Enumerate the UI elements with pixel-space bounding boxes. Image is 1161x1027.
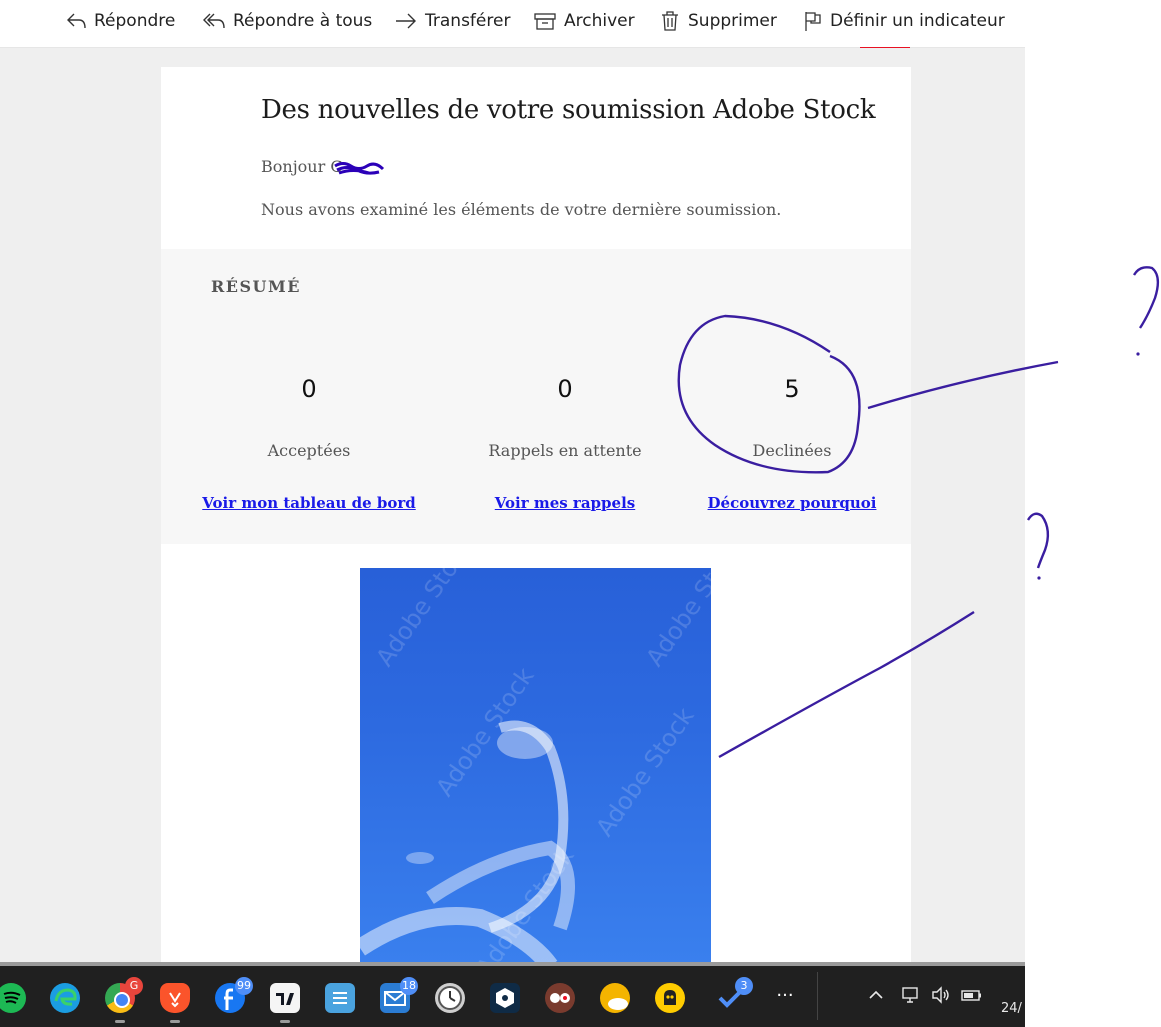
- declined-label: Declinées: [752, 441, 832, 460]
- brave-running-indicator: [170, 1020, 180, 1023]
- windows-taskbar: G 99 18 3 ··· 24/: [0, 966, 1025, 1027]
- clock-icon[interactable]: [435, 983, 465, 1013]
- weather-icon[interactable]: [600, 983, 630, 1013]
- reading-pane[interactable]: Des nouvelles de votre soumission Adobe …: [0, 48, 1025, 966]
- network-icon[interactable]: [900, 985, 922, 1009]
- facebook-icon[interactable]: 99: [215, 977, 253, 1013]
- reply-icon: [67, 13, 86, 29]
- pending-reminders-count: 0: [557, 375, 573, 403]
- video-player-icon[interactable]: [545, 983, 575, 1013]
- delete-button[interactable]: Supprimer: [659, 6, 777, 36]
- set-flag-button[interactable]: Définir un indicateur: [803, 6, 1005, 36]
- spotify-icon[interactable]: [0, 983, 26, 1013]
- chrome-icon[interactable]: G: [105, 977, 143, 1013]
- notepad-icon[interactable]: [325, 983, 355, 1013]
- question-mark-annotation-1: [1132, 266, 1160, 356]
- greeting-text: Bonjour C: [261, 157, 343, 176]
- deepl-icon[interactable]: [490, 983, 520, 1013]
- edge-icon[interactable]: [50, 983, 80, 1013]
- archive-button[interactable]: Archiver: [533, 6, 635, 36]
- reply-all-button[interactable]: Répondre à tous: [202, 6, 372, 36]
- summary-section: RÉSUMÉ 0 Acceptées Voir mon tableau de b…: [161, 249, 911, 544]
- reminders-link[interactable]: Voir mes rappels: [445, 494, 685, 512]
- chrome-center: [114, 992, 130, 1008]
- delete-label: Supprimer: [688, 11, 777, 31]
- flag-icon: [805, 12, 821, 31]
- trash-icon: [662, 11, 678, 31]
- dashboard-link[interactable]: Voir mon tableau de bord: [189, 494, 429, 512]
- taskbar-separator: [817, 972, 818, 1020]
- todo-badge: 3: [735, 977, 753, 995]
- email-body: Des nouvelles de votre soumission Adobe …: [161, 67, 911, 966]
- forward-icon: [396, 13, 416, 29]
- find-out-why-link[interactable]: Découvrez pourquoi: [672, 494, 912, 512]
- reply-all-icon: [203, 13, 225, 29]
- email-title: Des nouvelles de votre soumission Adobe …: [261, 95, 876, 125]
- tradingview-running-indicator: [280, 1020, 290, 1023]
- message-toolbar: Répondre Répondre à tous Transférer Arch…: [0, 0, 1025, 48]
- volume-icon[interactable]: [930, 985, 952, 1009]
- chevron-up-icon: [869, 990, 883, 999]
- more-apps-icon[interactable]: ···: [770, 983, 800, 1013]
- redaction-scribble: [334, 162, 385, 175]
- reply-button[interactable]: Répondre: [65, 6, 175, 36]
- taskbar-clock[interactable]: 24/: [1001, 1001, 1022, 1016]
- question-mark-annotation-2: [1026, 512, 1050, 580]
- battery-icon[interactable]: [960, 985, 984, 1009]
- declined-count: 5: [784, 375, 800, 403]
- archive-label: Archiver: [564, 11, 635, 31]
- reply-all-label: Répondre à tous: [233, 11, 373, 31]
- brave-icon[interactable]: [160, 983, 190, 1013]
- set-flag-label: Définir un indicateur: [830, 11, 1005, 31]
- mail-window: Répondre Répondre à tous Transférer Arch…: [0, 0, 1025, 966]
- accepted-label: Acceptées: [267, 441, 351, 460]
- archive-icon: [534, 13, 556, 30]
- show-hidden-icons-chevron[interactable]: [866, 985, 886, 1009]
- chrome-running-indicator: [115, 1020, 125, 1023]
- summary-heading: RÉSUMÉ: [211, 277, 301, 296]
- facebook-notification-badge: 99: [235, 977, 253, 995]
- forward-button[interactable]: Transférer: [394, 6, 510, 36]
- chrome-profile-badge: G: [125, 977, 143, 995]
- mail-unread-badge: 18: [400, 977, 418, 995]
- submitted-photo[interactable]: Adobe Stock Adobe Stock Adobe Stock Adob…: [360, 568, 711, 966]
- pending-reminders-label: Rappels en attente: [488, 441, 642, 460]
- intro-text: Nous avons examiné les éléments de votre…: [261, 200, 782, 219]
- reply-label: Répondre: [94, 11, 176, 31]
- cyberghost-icon[interactable]: [655, 983, 685, 1013]
- todo-icon[interactable]: 3: [715, 977, 753, 1013]
- accepted-count: 0: [301, 375, 317, 403]
- forward-label: Transférer: [425, 11, 511, 31]
- mail-icon[interactable]: 18: [380, 977, 418, 1013]
- tradingview-icon[interactable]: [270, 983, 300, 1013]
